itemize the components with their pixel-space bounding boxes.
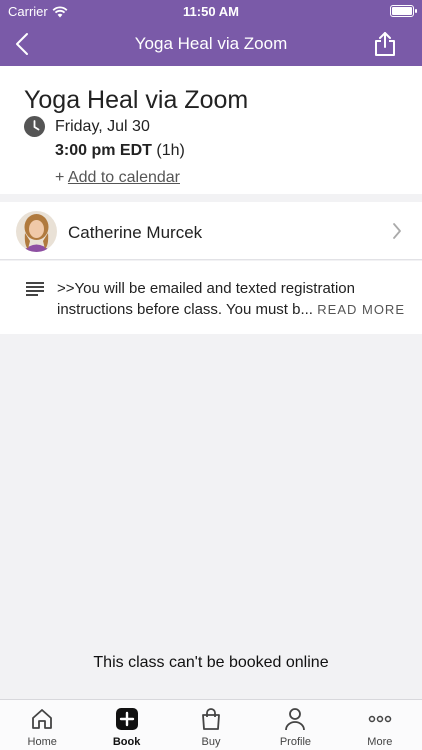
tab-profile[interactable]: Profile <box>253 700 337 750</box>
class-time: 3:00 pm EDT <box>55 142 152 159</box>
avatar <box>16 211 57 252</box>
tab-profile-label: Profile <box>279 736 312 748</box>
tab-buy-label: Buy <box>201 736 221 748</box>
tab-book-label: Book <box>112 736 141 748</box>
battery-icon <box>390 5 417 17</box>
class-date: Friday, Jul 30 <box>55 118 150 135</box>
class-title: Yoga Heal via Zoom <box>24 86 249 114</box>
tab-bar: Home Book Buy Profile More <box>0 699 422 750</box>
date-row: Friday, Jul 30 <box>24 116 404 140</box>
chevron-right-icon <box>393 223 401 239</box>
instructor-row[interactable]: Catherine Murcek <box>0 202 422 260</box>
tab-home[interactable]: Home <box>0 700 84 750</box>
description-icon <box>26 282 44 296</box>
class-duration: (1h) <box>156 142 185 159</box>
read-more-button[interactable]: READ MORE <box>317 302 405 317</box>
status-bar: Carrier 11:50 AM <box>0 0 422 22</box>
status-time: 11:50 AM <box>183 4 239 19</box>
booking-status-message: This class can't be booked online <box>93 654 329 671</box>
navigation-bar: Yoga Heal via Zoom <box>0 22 422 66</box>
share-icon <box>375 32 395 56</box>
shopping-bag-icon <box>202 708 220 730</box>
nav-title: Yoga Heal via Zoom <box>134 34 288 53</box>
plus-square-icon <box>115 708 138 730</box>
add-calendar-prefix: + <box>55 169 65 186</box>
description-line-1: >>You will be emailed and texted registr… <box>57 280 355 297</box>
chevron-left-icon <box>16 33 28 55</box>
share-button[interactable] <box>370 29 400 59</box>
person-icon <box>285 708 306 731</box>
class-time-row: 3:00 pm EDT (1h) <box>55 142 185 160</box>
tab-more[interactable]: More <box>338 700 422 750</box>
class-header: Yoga Heal via Zoom Friday, Jul 30 3:00 p… <box>0 66 422 194</box>
tab-book[interactable]: Book <box>84 700 168 750</box>
tab-buy[interactable]: Buy <box>169 700 253 750</box>
add-to-calendar-link[interactable]: + Add to calendar <box>55 169 180 187</box>
home-icon <box>32 709 53 729</box>
back-button[interactable] <box>8 30 36 58</box>
clock-icon <box>24 116 45 137</box>
tab-more-label: More <box>367 736 393 748</box>
description-row: >>You will be emailed and texted registr… <box>0 261 422 334</box>
instructor-name: Catherine Murcek <box>68 223 203 242</box>
tab-home-label: Home <box>27 736 57 748</box>
ellipsis-icon <box>368 715 392 723</box>
add-calendar-label: Add to calendar <box>67 169 180 186</box>
